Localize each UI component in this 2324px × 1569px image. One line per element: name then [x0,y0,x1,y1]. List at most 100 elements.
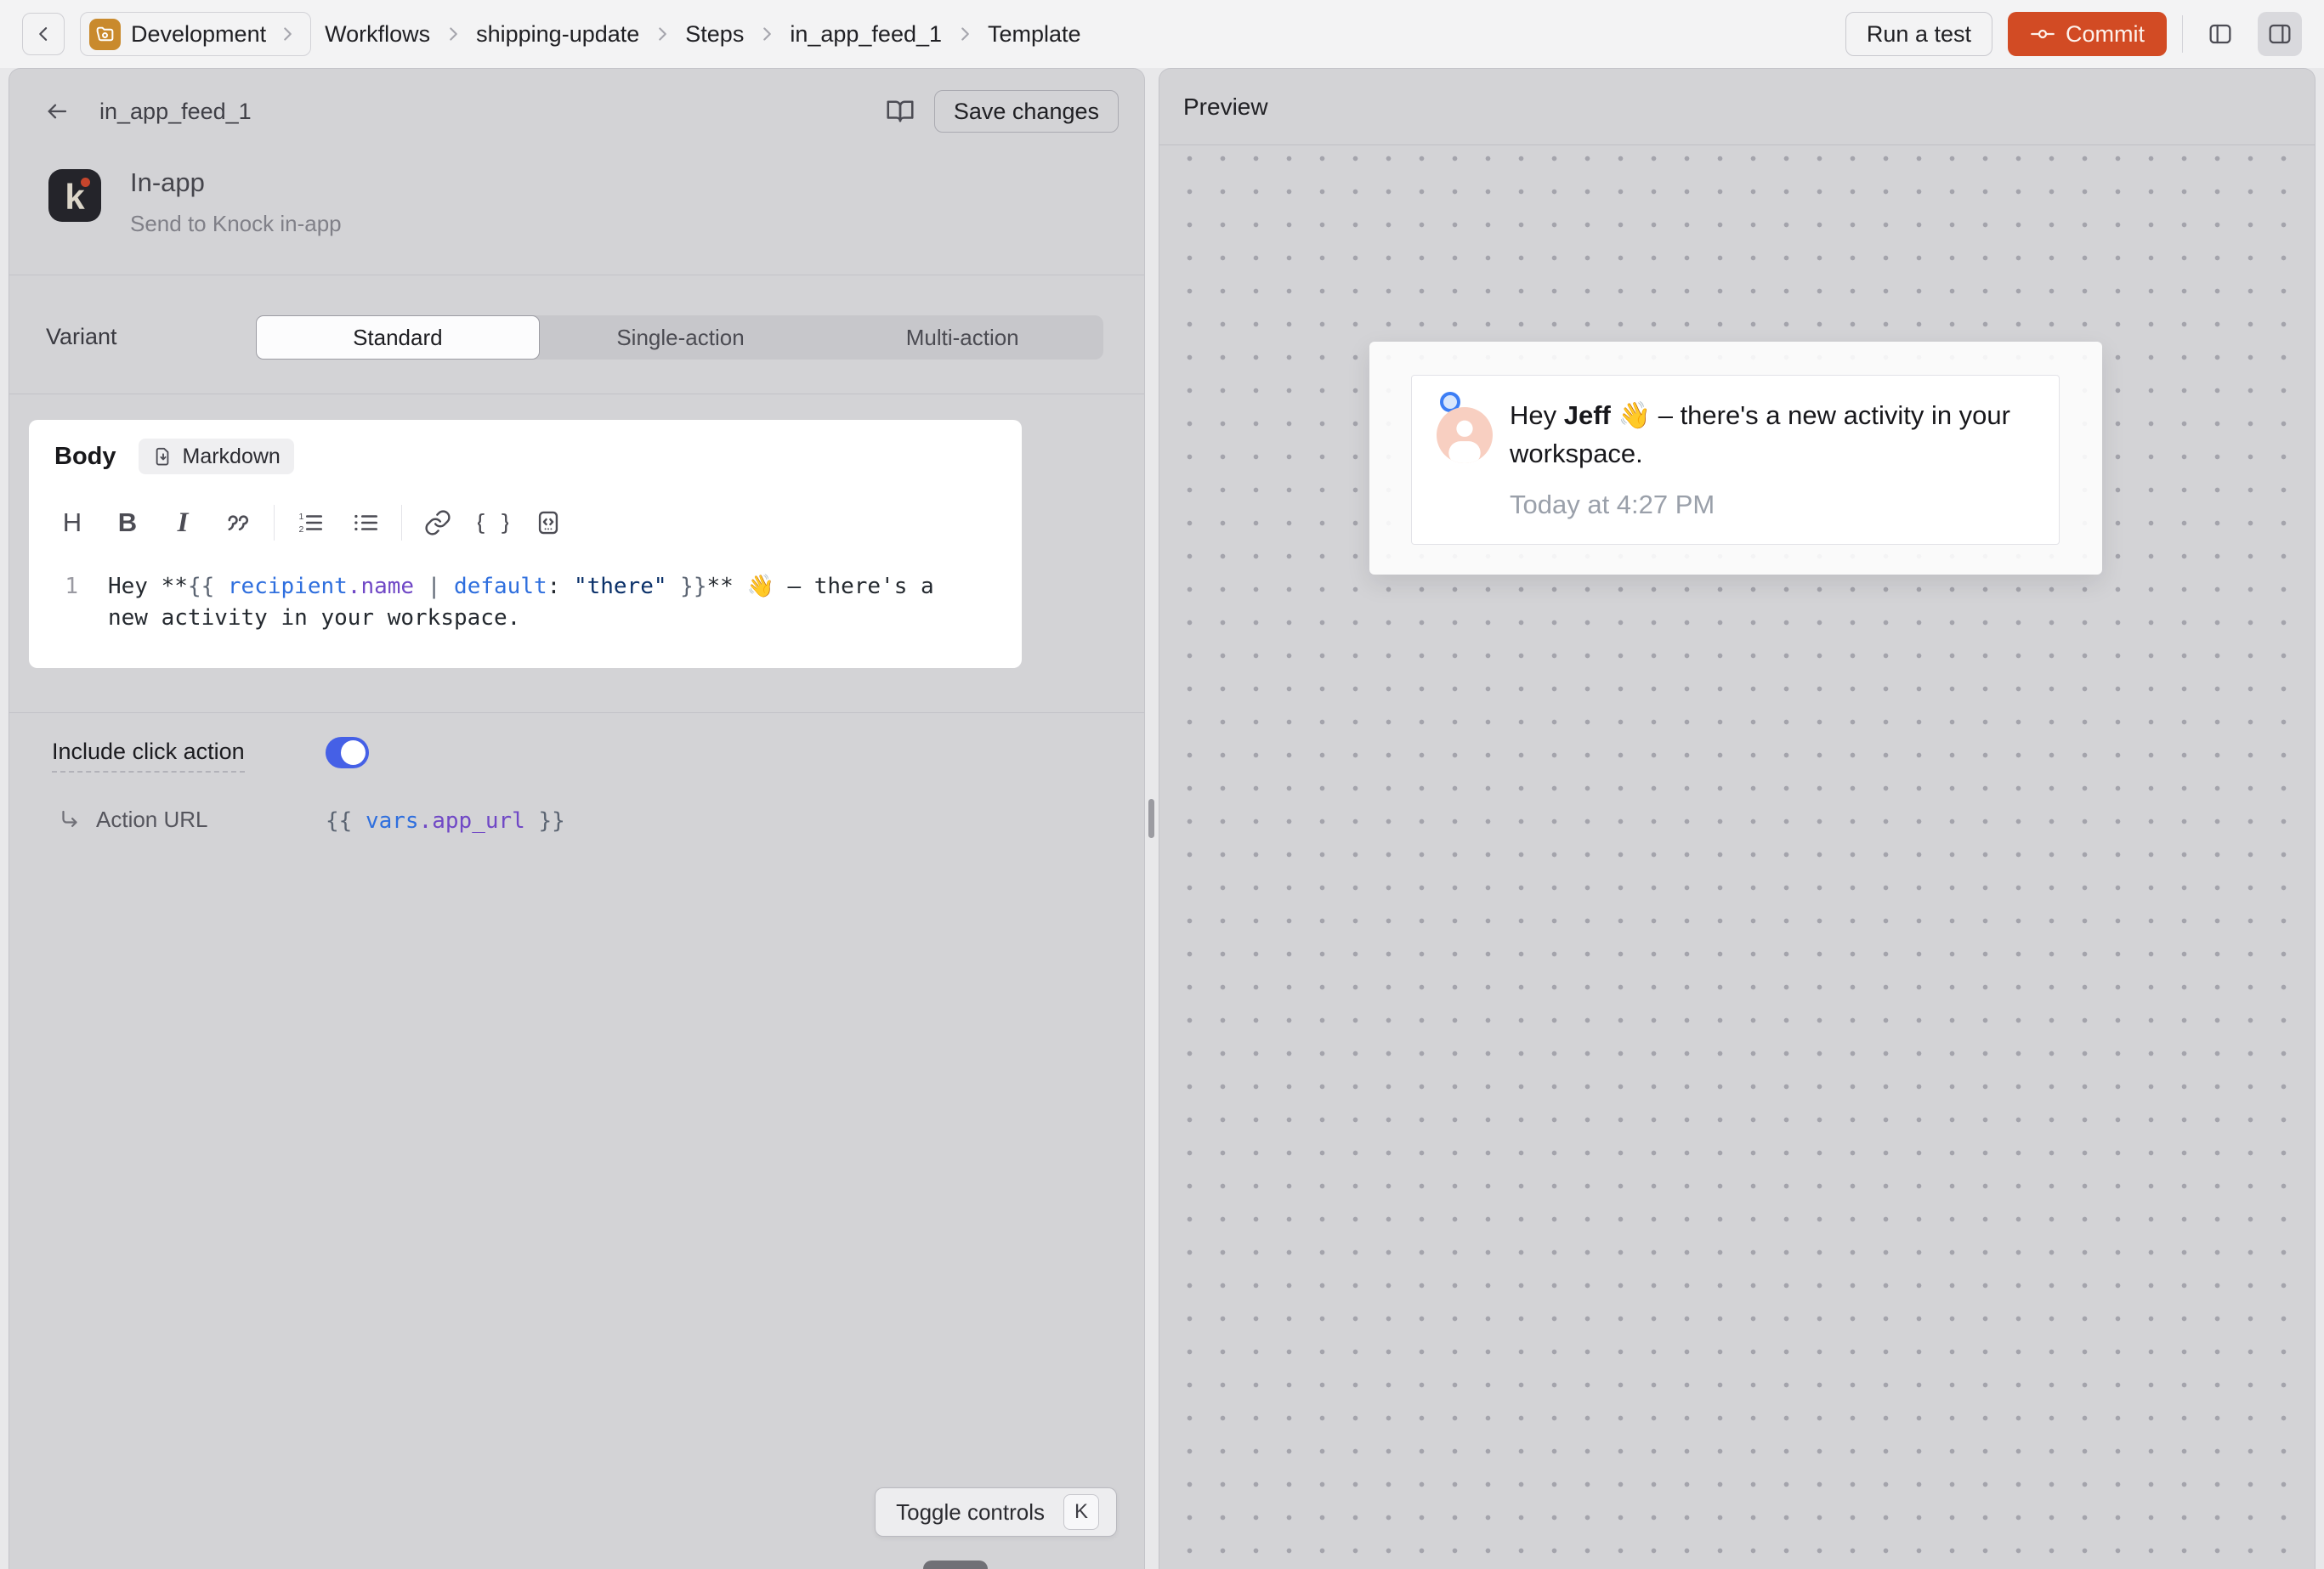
recipient-name: Jeff [1564,400,1611,430]
code-token [414,574,428,599]
notification-timestamp: Today at 4:27 PM [1510,490,1715,520]
code-token: }} [525,808,565,834]
bullet-list-icon [350,507,381,538]
include-click-action-toggle[interactable] [326,737,369,768]
blockquote-button[interactable] [218,503,258,542]
markdown-file-icon [152,445,174,467]
message-prefix: Hey [1510,400,1564,430]
panel-left-icon [2207,20,2234,48]
step-name: in_app_feed_1 [99,99,252,125]
run-a-test-button[interactable]: Run a test [1845,12,1992,56]
arrow-left-icon[interactable] [43,98,71,125]
variant-tab-standard[interactable]: Standard [256,315,540,360]
breadcrumb-item-in_app_feed_1[interactable]: in_app_feed_1 [790,21,942,48]
curly-braces-icon: { } [478,507,508,538]
action-url-row: Action URL {{ vars.app_url }} [57,807,208,833]
docs-book-icon[interactable] [885,96,915,127]
breadcrumb-item-Workflows[interactable]: Workflows [325,21,430,48]
ordered-list-icon: 12 [295,507,326,538]
panel-resize-handle[interactable] [1148,799,1154,838]
knock-logo: k [48,169,101,222]
channel-subtitle: Send to Knock in-app [130,212,342,235]
code-token: ** [162,574,188,599]
variant-segmented-control: StandardSingle-actionMulti-action [256,315,1103,360]
ordered-list-button[interactable]: 12 [291,503,330,542]
quote-icon [223,507,253,538]
chevron-right-icon [756,23,778,45]
notification-message: Hey Jeff 👋 – there's a new activity in y… [1510,396,2045,473]
chevron-right-icon [276,23,298,45]
panel-right-icon [2266,20,2293,48]
link-button[interactable] [418,503,457,542]
toggle-left-panel-button[interactable] [2198,12,2242,56]
back-button[interactable] [22,13,65,55]
breadcrumb-item-shipping-update[interactable]: shipping-update [476,21,639,48]
liquid-variable-button[interactable]: { } [473,503,513,542]
chevron-left-icon [31,21,56,47]
action-url-value[interactable]: {{ vars.app_url }} [326,808,565,834]
action-url-label: Action URL [96,807,208,833]
variant-tab-single-action[interactable]: Single-action [540,315,822,360]
line-number: 1 [29,571,78,634]
toolbar-divider [274,505,275,541]
channel-title: In-app [130,169,342,195]
toolbar-divider [401,505,402,541]
feed-preview-container: Hey Jeff 👋 – there's a new activity in y… [1369,342,2102,575]
channel-header: k In-app Send to Knock in-app [48,169,342,235]
code-token [440,574,454,599]
code-block-button[interactable] [529,503,568,542]
bottom-toast-stub [923,1561,988,1569]
topbar-divider [2182,15,2183,53]
template-editor-panel: in_app_feed_1 Save changes k In-app Send… [9,68,1145,1569]
code-token: : [547,574,574,599]
top-bar: Development Workflows shipping-update Step… [0,0,2324,68]
code-token: }} [680,574,706,599]
notification-card[interactable]: Hey Jeff 👋 – there's a new activity in y… [1411,375,2060,545]
editor-header: in_app_feed_1 Save changes [9,69,1144,154]
environment-folder-icon [89,19,121,50]
variant-tab-multi-action[interactable]: Multi-action [821,315,1103,360]
body-code-editor[interactable]: 1 Hey **{{ recipient.name | default: "th… [29,571,1022,634]
preview-panel: Preview Hey Jeff 👋 – there's a new activ… [1159,68,2315,1569]
include-click-action-label: Include click action [52,739,245,773]
svg-text:1: 1 [299,512,304,522]
environment-switcher[interactable]: Development [80,12,311,56]
environment-name: Development [131,21,266,48]
bullet-list-button[interactable] [346,503,385,542]
code-token [667,574,681,599]
code-token: | [428,574,441,599]
body-code-content[interactable]: Hey **{{ recipient.name | default: "ther… [108,571,983,634]
formatting-toolbar: H B I 12 { } [53,502,584,543]
format-badge-label: Markdown [183,445,281,469]
toggle-right-panel-button[interactable] [2258,12,2302,56]
format-badge[interactable]: Markdown [139,439,294,474]
breadcrumb-item-Steps[interactable]: Steps [685,21,744,48]
toggle-controls-label: Toggle controls [896,1499,1045,1526]
heading-button[interactable]: H [53,503,92,542]
commit-button[interactable]: Commit [2008,12,2167,56]
code-block-icon [534,508,563,537]
preview-canvas: Hey Jeff 👋 – there's a new activity in y… [1160,146,2314,1569]
breadcrumb-items: Workflows shipping-update Steps in_app_feed… [325,21,1080,48]
chevron-right-icon [442,23,464,45]
code-token: .app_url [419,808,525,834]
body-label: Body [54,443,116,471]
code-token: {{ [326,808,366,834]
code-token: default [454,574,547,599]
person-icon [1437,407,1493,463]
code-token: recipient [228,574,348,599]
toggle-controls-button[interactable]: Toggle controls K [875,1487,1117,1537]
topbar-actions: Run a test Commit [1845,12,2302,56]
body-editor-card: Body Markdown H B I 12 [29,420,1022,668]
divider [9,712,1144,713]
save-changes-button[interactable]: Save changes [934,90,1119,133]
include-click-action-row: Include click action [52,734,1106,778]
breadcrumb-item-Template[interactable]: Template [988,21,1081,48]
knock-logo-dot [81,178,90,187]
code-token: {{ [188,574,228,599]
code-token: .name [348,574,414,599]
bold-button[interactable]: B [108,503,147,542]
italic-button[interactable]: I [163,503,202,542]
preview-header: Preview [1159,69,2315,145]
corner-down-right-icon [57,807,82,833]
